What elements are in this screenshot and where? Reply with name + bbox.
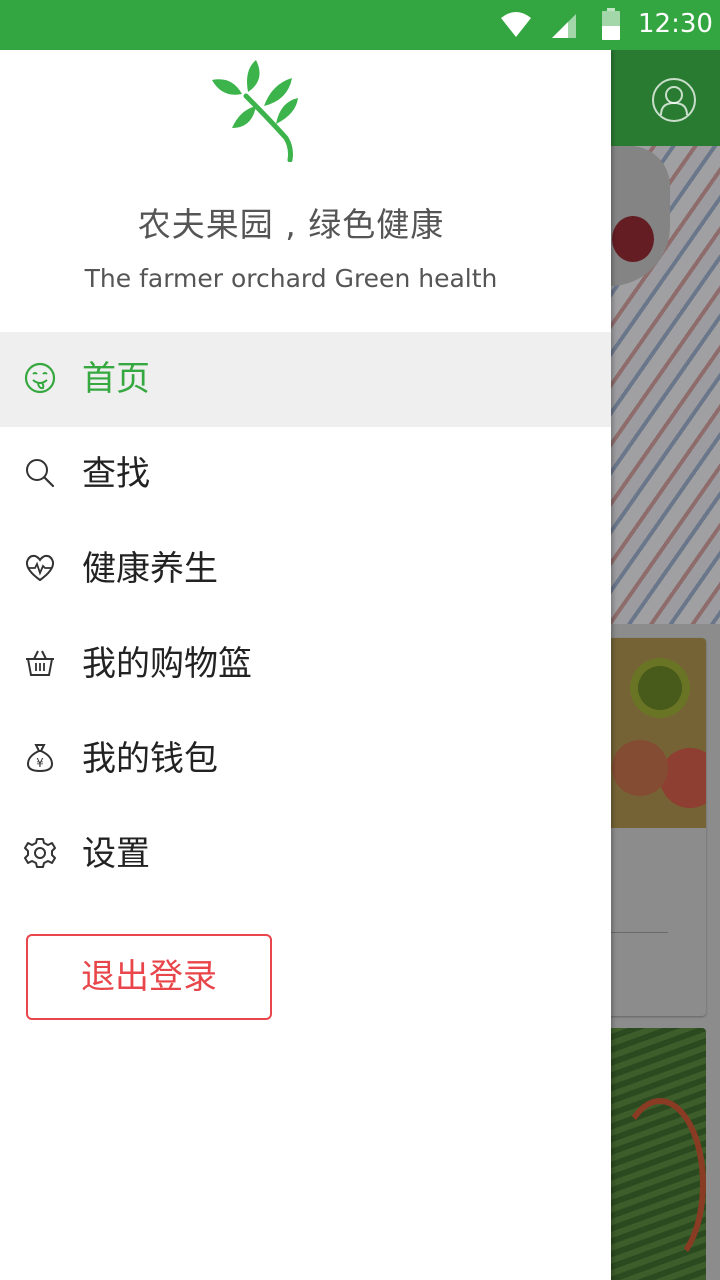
menu-item-label: 首页	[82, 359, 150, 399]
slogan-chinese: 农夫果园 , 绿色健康	[137, 205, 445, 244]
menu-item-label: 我的购物篮	[82, 644, 252, 684]
navigation-drawer: 农夫果园 , 绿色健康 The farmer orchard Green hea…	[0, 50, 611, 1280]
wifi-icon	[501, 12, 531, 37]
svg-text:¥: ¥	[36, 756, 44, 770]
gear-icon	[24, 838, 56, 868]
menu-item-search[interactable]: 查找	[0, 427, 611, 522]
menu-item-label: 健康养生	[82, 549, 218, 589]
menu-item-wallet[interactable]: ¥ 我的钱包	[0, 712, 611, 807]
basket-icon	[26, 650, 54, 676]
menu-item-health[interactable]: 健康养生	[0, 522, 611, 617]
menu-item-settings[interactable]: 设置	[0, 807, 611, 902]
profile-icon[interactable]	[652, 78, 696, 122]
battery-icon	[602, 8, 620, 40]
fruit-image	[610, 638, 706, 828]
slogan-english: The farmer orchard Green health	[84, 264, 498, 293]
signal-icon	[552, 14, 576, 38]
money-bag-icon: ¥	[26, 744, 54, 773]
heart-pulse-icon	[25, 554, 55, 582]
product-card-image[interactable]	[610, 1028, 706, 1280]
status-time: 12:30	[638, 9, 713, 39]
menu-item-label: 设置	[82, 834, 150, 874]
logout-button[interactable]: 退出登录	[26, 934, 272, 1020]
leaf-branch-logo	[212, 60, 298, 162]
menu-item-label: 我的钱包	[82, 739, 218, 779]
smile-icon	[24, 362, 56, 394]
divider	[610, 932, 668, 933]
product-card[interactable]	[610, 638, 706, 1016]
drawer-menu: 首页 查找 健康养生 我的购物篮 ¥ 我的钱包 设置	[0, 332, 611, 902]
menu-item-home[interactable]: 首页	[0, 332, 611, 427]
menu-item-basket[interactable]: 我的购物篮	[0, 617, 611, 712]
status-bar: 12:30	[0, 0, 720, 50]
search-icon	[26, 459, 55, 488]
menu-item-label: 查找	[82, 454, 150, 494]
hero-banner-image[interactable]	[610, 146, 720, 624]
